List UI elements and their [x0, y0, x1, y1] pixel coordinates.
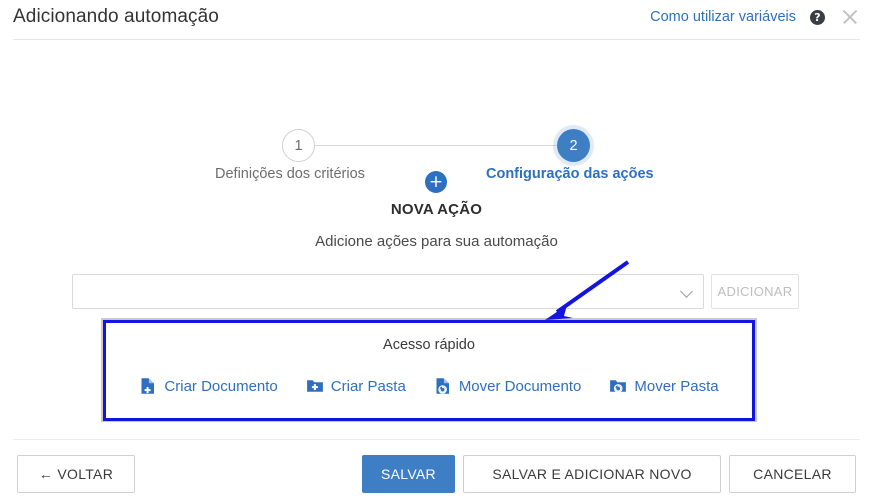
quick-action-label: Mover Pasta	[634, 377, 719, 395]
automation-dialog: Adicionando automação Como utilizar vari…	[0, 0, 873, 504]
new-action-subtitle: Adicione ações para sua automação	[315, 233, 558, 250]
page-title: Adicionando automação	[13, 6, 219, 27]
stepper: 1 2 Definições dos critérios Configuraçã…	[0, 64, 873, 182]
stepper-step-1-label[interactable]: Definições dos critérios	[215, 166, 365, 182]
footer-divider	[13, 439, 860, 440]
quick-action-label: Mover Documento	[458, 377, 582, 395]
quick-access-title: Acesso rápido	[383, 337, 475, 353]
folder-move-icon	[609, 377, 627, 395]
save-and-add-button[interactable]: SALVAR E ADICIONAR NOVO	[463, 455, 721, 493]
header-actions: Como utilizar variáveis ?	[650, 6, 861, 28]
stepper-step-2-circle[interactable]: 2	[557, 129, 590, 162]
cancel-button[interactable]: CANCELAR	[729, 455, 856, 493]
new-action-title: NOVA AÇÃO	[390, 201, 483, 218]
quick-action-criar-documento[interactable]: Criar Documento	[139, 377, 278, 395]
document-plus-icon	[139, 377, 157, 395]
plus-icon[interactable]: +	[425, 171, 447, 193]
document-move-icon	[434, 377, 452, 395]
stepper-step-2-label[interactable]: Configuração das ações	[486, 166, 654, 182]
question-mark-icon[interactable]: ?	[810, 9, 825, 25]
folder-plus-icon	[306, 377, 324, 395]
action-select[interactable]	[72, 274, 704, 309]
stepper-connector	[315, 145, 557, 146]
quick-action-criar-pasta[interactable]: Criar Pasta	[306, 377, 406, 395]
quick-access-items: Criar Documento Criar Pasta Mover Docume…	[106, 377, 752, 395]
quick-action-label: Criar Pasta	[330, 377, 406, 395]
add-action-button[interactable]: ADICIONAR	[711, 274, 799, 309]
stepper-step-1-circle[interactable]: 1	[282, 129, 315, 162]
quick-access-panel: Acesso rápido Criar Documento Criar Past…	[103, 320, 755, 421]
quick-action-label: Criar Documento	[164, 377, 278, 395]
quick-action-mover-documento[interactable]: Mover Documento	[434, 377, 582, 395]
how-to-use-variables-link[interactable]: Como utilizar variáveis	[650, 9, 796, 25]
close-icon[interactable]	[839, 6, 861, 28]
quick-action-mover-pasta[interactable]: Mover Pasta	[609, 377, 719, 395]
back-button[interactable]: ← VOLTAR	[17, 455, 135, 493]
header-divider	[13, 39, 860, 40]
chevron-down-icon	[680, 285, 693, 298]
dialog-header: Adicionando automação Como utilizar vari…	[0, 0, 873, 37]
save-button[interactable]: SALVAR	[362, 455, 455, 493]
